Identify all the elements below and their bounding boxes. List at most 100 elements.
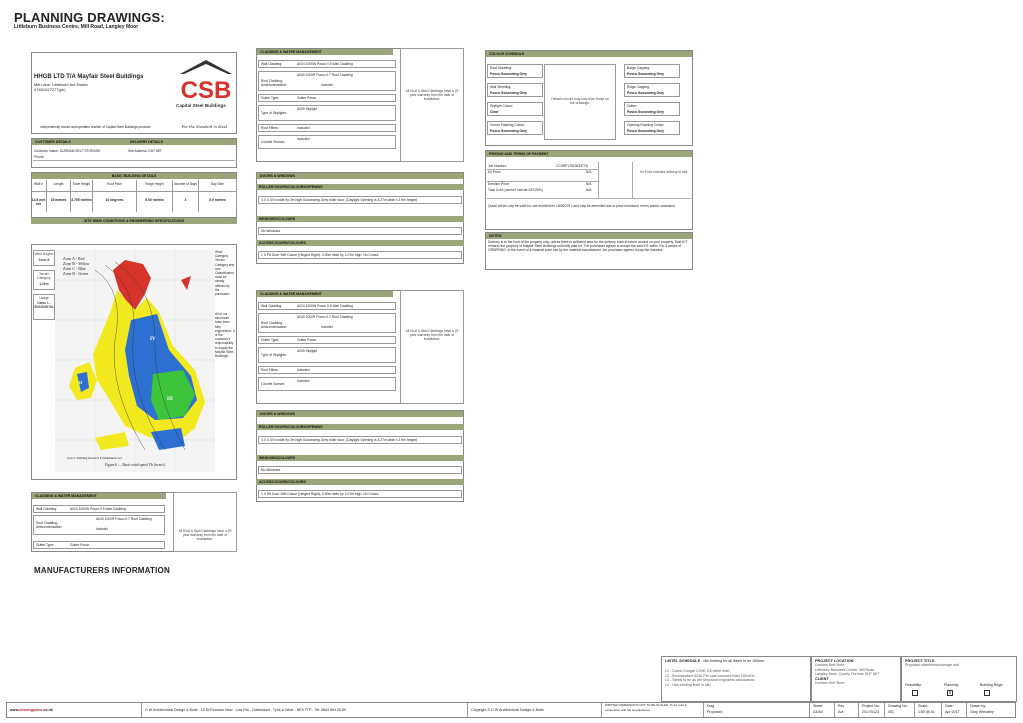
colour-roof_sheeting: Roof Sheeting: Posco Goosewing Grey [487, 64, 543, 78]
planning-label: Planning: [944, 683, 959, 687]
wall_sheeting-value: Posco Goosewing Grey [490, 91, 528, 95]
terrain-box: Terrain Category 1.0km [33, 270, 55, 290]
wind-map: Zone A - Red Zone B - Yellow Zone C - Bl… [55, 250, 215, 472]
colour-barge: Barge Capping: Posco Goosewing Grey [624, 64, 680, 78]
total-cost-value: N/A [586, 188, 592, 192]
dwg-cell: Dwg Proposed [704, 703, 810, 717]
colour-ridge: Ridge Capping: Posco Goosewing Grey [624, 83, 680, 97]
roof-label: Roof Cladding: Anticondensation: [261, 321, 288, 329]
gutter-row-3: Gutter Type: Gutter Posco [33, 541, 165, 549]
footer-warning: WRITTEN DIMENSIONS NOT TO BE SCALED. To … [602, 703, 704, 717]
job-number-label: Job Number: [488, 164, 507, 168]
wall_sheeting-label: Wall Sheeting: [490, 85, 512, 89]
gutter-label: Gutter Type: [261, 338, 280, 342]
opening-value: Posco Goosewing Grey [627, 129, 665, 133]
svg-text:II: II [79, 380, 83, 385]
quote-text: Quote will be only be valid for one mont… [488, 204, 676, 208]
basic-header: Length [47, 180, 70, 192]
map-figure: Figure 6 — Basic wind speed Vb (in m/s) [105, 463, 166, 467]
roof-row: Roof Cladding: Anticondensation: A040 100… [258, 313, 396, 333]
ridge-label: Ridge Capping: [627, 85, 650, 89]
project-no-cell: Project No: 2017/0123 [859, 703, 885, 717]
customer-panel: CUSTOMER DETAILS DELIVERY DETAILS [31, 138, 237, 168]
wall-row: Wall Cladding: A024 1000W Posco 0.5 Wall … [258, 60, 396, 68]
roof-value: A040 1000R Posco 0.7 Roof Cladding [297, 73, 353, 77]
windows-bar-1: WINDOWS/COLOURS [256, 216, 464, 222]
windows-value-1: No Windows. [258, 227, 462, 235]
rev-cell: Rev A/a [835, 703, 859, 717]
basic-col: Length 15 metres [47, 180, 71, 212]
filler-row: Roof Fillers: Included [258, 124, 396, 132]
sheet-cell: Sheet A3/A4 [810, 703, 835, 717]
skylight-label: Skylight Colour: [490, 104, 514, 108]
colorite-label: Colorite Screws: [261, 140, 286, 144]
colour-skylight: Skylight Colour: Clear [487, 102, 543, 116]
sky-value: A030 Skylight [297, 107, 318, 111]
basic-details-bar: BASIC BUILDING DETAILS [32, 173, 236, 179]
page-title: PLANNING DRAWINGS: [14, 10, 165, 25]
basic-value: 15 metres [50, 198, 67, 202]
colorite-value: Included [297, 379, 310, 383]
kit-price-note: Kit Price includes delivery to site. [640, 170, 689, 174]
basic-details-table: Widt h 14.5 met res Length 15 metres Eave He… [31, 180, 237, 212]
roof-label: Roof Cladding: Anticondensation: [261, 79, 288, 87]
project-title: PROJECT TITLE Proposed warehouse/storage… [901, 656, 1017, 702]
basic-col: Bay Size 5.0 metres [199, 180, 237, 212]
ridge-value: Posco Goosewing Grey [627, 91, 665, 95]
barge-value: Posco Goosewing Grey [627, 72, 665, 76]
gutter-row: Gutter Type: Gutter Posco [258, 94, 396, 102]
basic-col: Number of Bays 3 [173, 180, 199, 212]
gutter-value: Gutter Posco [297, 96, 317, 100]
windows-value-2: No Windows. [258, 466, 462, 474]
colour-wall_sheeting: Wall Sheeting: Posco Goosewing Grey [487, 83, 543, 97]
sky-label: Type of Skylights: [261, 353, 287, 357]
access-value-2: 1 X PA Door Self Colour (Hinged Right), … [258, 490, 462, 498]
footer-bar: www.drawingplans.co.uk G W Architectural… [6, 702, 1016, 718]
basic-header: Eave Height [71, 180, 92, 192]
brand-logo[interactable]: www.drawingplans.co.uk [7, 703, 142, 717]
sky-row: Type of Skylights: A030 Skylight [258, 347, 396, 363]
gutter-row: Gutter Type: Gutter Posco [258, 336, 396, 344]
project-location: PROJECT LOCATION Durham Self Store Little… [811, 656, 901, 702]
wind-region-box: Wind Region Zone A [33, 250, 55, 266]
basic-col: Eave Height 3.755 metres [71, 180, 93, 212]
total-cost-label: Total Cost: (doesn't include VAT/20%) [488, 188, 543, 192]
roof-row: Roof Cladding: Anticondensation: A040 100… [258, 71, 396, 91]
notes-text: Delivery is to the front of the property… [488, 240, 688, 252]
building-regs-label: Building Regs: [980, 683, 1004, 687]
feasibility-checkbox[interactable] [912, 690, 918, 696]
basic-value: 3 [184, 198, 187, 202]
colorite-value: Included [297, 137, 310, 141]
zone-d-label: Zone D - Green [63, 271, 88, 276]
manufacturers-heading: MANUFACTURERS INFORMATION [34, 566, 170, 575]
gutter-label: Gutter: [627, 104, 638, 108]
access-value-1: 1 X PA Door Self Colour (Hinged Right), … [258, 251, 462, 259]
basic-col: Ridge Height 5.00 metres [137, 180, 173, 212]
customer-phone: Phone: [34, 155, 45, 159]
cladding-note-box-2: All Roof & Wall Claddings have a 25 year… [400, 290, 464, 404]
planning-checkbox[interactable]: x [947, 690, 953, 696]
colorite-label: Colorite Screws: [261, 382, 286, 386]
corner-value: Posco Goosewing Grey [490, 129, 528, 133]
basic-value: 5.00 metres [145, 198, 164, 202]
roof-value-2: Included [321, 83, 334, 87]
filler-value: Included [297, 126, 310, 130]
sky-label: Type of Skylights: [261, 111, 287, 115]
lintel-item: L4 - Use existing lintel in situ [665, 682, 711, 687]
colour-corner: Corner Flashing Colour: Posco Goosewing G… [487, 121, 543, 135]
colour-opening: Opening Flashing Colour: Posco Goosewing … [624, 121, 680, 135]
logo-letters: CSB [181, 77, 232, 104]
svg-text:IV: IV [150, 337, 156, 342]
roller-bar-1: ROLLER DOORS/COLOURS/OPENING [256, 184, 464, 190]
scale-cell: Scale: 1:50 @ A1 [915, 703, 942, 717]
basic-header: Number of Bays [173, 180, 198, 192]
gutter-value: Gutter Posco [297, 338, 317, 342]
site-address: Site Address: DH7 8ET [128, 149, 162, 153]
footer-address: G W Architectural Design & Build - 15 St… [142, 703, 468, 717]
colour-note-box: Default colours may vary from those on t… [544, 64, 616, 140]
filler-value: Included [297, 368, 310, 372]
building-regs-checkbox[interactable] [984, 690, 990, 696]
site-conditions-bar: SITE WIND CONDITIONS & ENGINEERING SPECI… [31, 218, 237, 224]
roller-value-2: 3 X 4.37m wide by 3m high Goosewing Grey… [258, 436, 462, 444]
sky-row: Type of Skylights: A030 Skylight [258, 105, 396, 121]
